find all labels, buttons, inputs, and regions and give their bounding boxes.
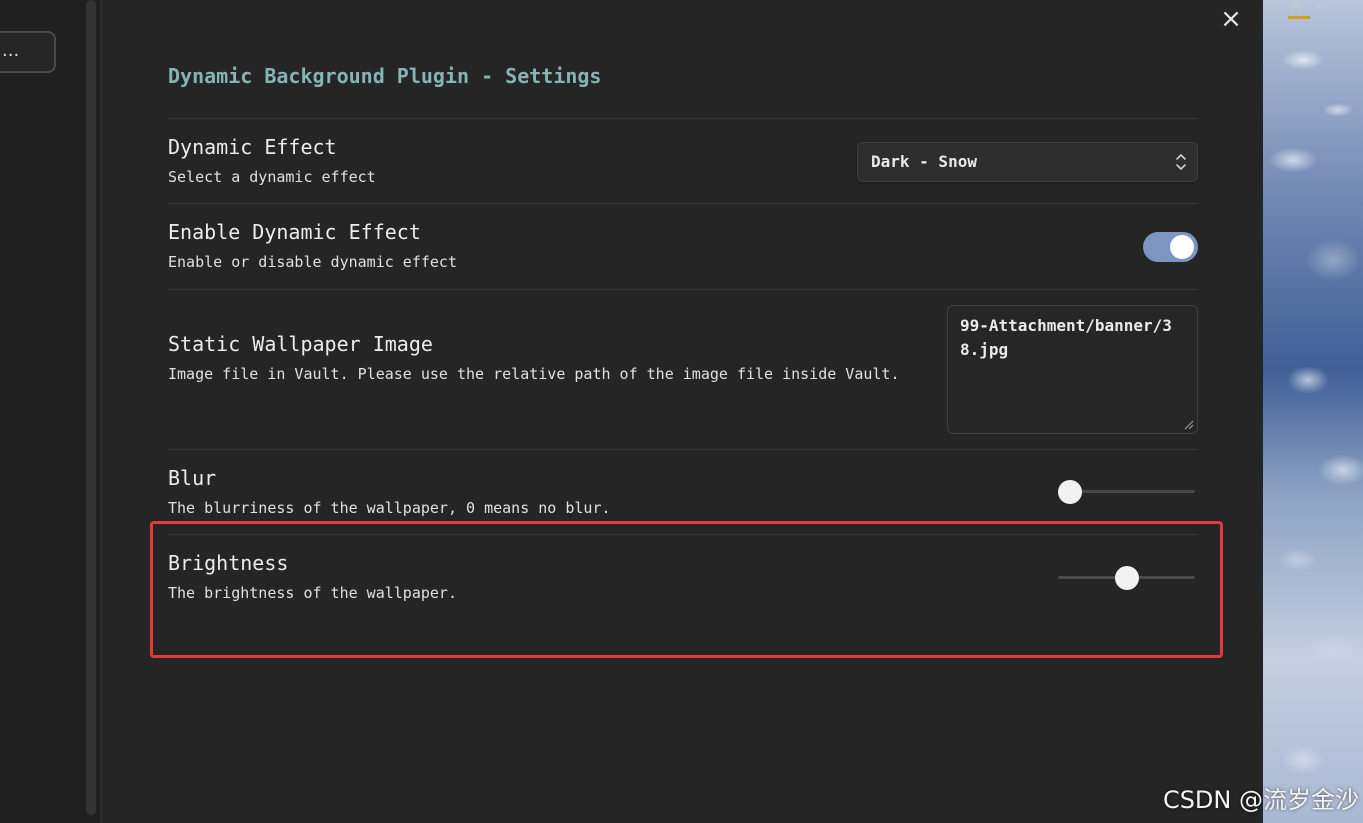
page-title: Dynamic Background Plugin - Settings: [168, 64, 602, 88]
dynamic-effect-select[interactable]: Dark - Snow: [857, 142, 1198, 182]
setting-desc-dynamic-effect: Select a dynamic effect: [168, 168, 376, 186]
font-color-underline: [1288, 16, 1310, 19]
sidebar-scrollbar[interactable]: [86, 0, 96, 815]
setting-name-static-wallpaper: Static Wallpaper Image: [168, 332, 433, 356]
setting-name-blur: Blur: [168, 466, 217, 490]
sidebar-more-button[interactable]: ...: [0, 31, 56, 73]
chevron-updown-icon: [1176, 154, 1186, 170]
resize-handle-icon[interactable]: [1184, 420, 1194, 430]
toggle-knob: [1170, 235, 1194, 259]
app-window: ... A ▾ × Dynamic Background Plugin - Se…: [0, 0, 1363, 823]
setting-desc-static-wallpaper: Image file in Vault. Please use the rela…: [168, 365, 900, 383]
chevron-down-icon[interactable]: ▾: [1316, 2, 1321, 13]
close-icon[interactable]: ×: [1218, 6, 1244, 32]
watermark: CSDN @流岁金沙: [1162, 786, 1359, 814]
wallpaper-path-value: 99-Attachment/banner/38.jpg: [960, 316, 1172, 359]
setting-desc-blur: The blurriness of the wallpaper, 0 means…: [168, 499, 611, 517]
left-sidebar: ...: [0, 0, 100, 823]
setting-name-enable-dynamic-effect: Enable Dynamic Effect: [168, 220, 421, 244]
wallpaper-background: [1263, 0, 1363, 823]
wallpaper-path-textarea[interactable]: 99-Attachment/banner/38.jpg: [947, 305, 1198, 434]
divider: [168, 449, 1198, 450]
blur-slider[interactable]: [1058, 480, 1195, 504]
setting-name-dynamic-effect: Dynamic Effect: [168, 135, 337, 159]
enable-dynamic-effect-toggle[interactable]: [1143, 232, 1198, 262]
divider: [168, 118, 1198, 119]
setting-desc-enable-dynamic-effect: Enable or disable dynamic effect: [168, 253, 457, 271]
divider: [168, 203, 1198, 204]
divider: [168, 289, 1198, 290]
highlight-annotation-box: [150, 521, 1223, 658]
dynamic-effect-select-value: Dark - Snow: [871, 152, 977, 171]
font-color-icon[interactable]: A: [1290, 0, 1302, 16]
